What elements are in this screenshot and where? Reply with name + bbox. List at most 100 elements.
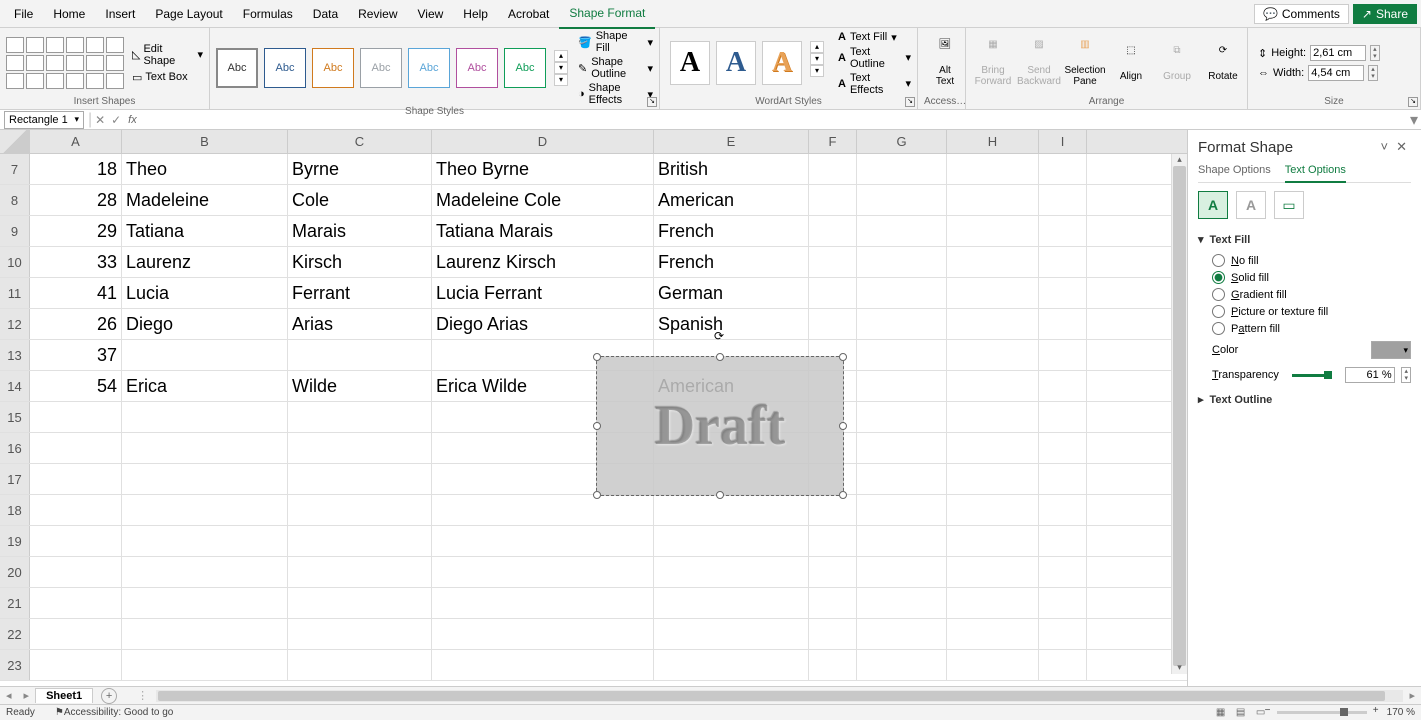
size-dialog-launcher[interactable]: ↘ [1408, 97, 1418, 107]
style-thumb-6[interactable]: Abc [456, 48, 498, 88]
text-outline-button[interactable]: AText Outline▾ [838, 46, 911, 70]
cell-F8[interactable] [809, 185, 857, 215]
cell-A16[interactable] [30, 433, 122, 463]
cell-B16[interactable] [122, 433, 288, 463]
row-header-16[interactable]: 16 [0, 433, 30, 463]
cell-G16[interactable] [857, 433, 947, 463]
cell-I17[interactable] [1039, 464, 1087, 494]
send-backward-button[interactable]: ▨Send Backward [1018, 37, 1060, 89]
text-box-button[interactable]: ▭Text Box [132, 71, 203, 84]
shape-effects-button[interactable]: ◑Shape Effects▾ [578, 82, 653, 106]
cell-F21[interactable] [809, 588, 857, 618]
cell-D9[interactable]: Tatiana Marais [432, 216, 654, 246]
wordart-gallery[interactable]: A A A ▴▾▾ [666, 41, 828, 85]
name-box[interactable]: Rectangle 1▾ [4, 111, 84, 129]
cell-A20[interactable] [30, 557, 122, 587]
tab-text-options[interactable]: Text Options [1285, 164, 1346, 183]
radio-no-fill[interactable]: No fill [1212, 252, 1411, 269]
wa-up[interactable]: ▴ [810, 41, 824, 53]
cell-F19[interactable] [809, 526, 857, 556]
panel-collapse-icon[interactable]: ˅ [1377, 139, 1393, 154]
cell-B22[interactable] [122, 619, 288, 649]
expand-formula-bar[interactable]: ▾ [1407, 110, 1421, 130]
alt-text-button[interactable]: 🖼 Alt Text [924, 37, 966, 89]
cell-F7[interactable] [809, 154, 857, 184]
cell-B8[interactable]: Madeleine [122, 185, 288, 215]
cell-I14[interactable] [1039, 371, 1087, 401]
text-effects-button[interactable]: AText Effects▾ [838, 72, 911, 96]
cell-H23[interactable] [947, 650, 1039, 680]
edit-shape-button[interactable]: ◺Edit Shape▾ [132, 43, 203, 67]
gallery-down[interactable]: ▾ [554, 62, 568, 74]
cell-F11[interactable] [809, 278, 857, 308]
row-header-18[interactable]: 18 [0, 495, 30, 525]
cell-D22[interactable] [432, 619, 654, 649]
cell-I7[interactable] [1039, 154, 1087, 184]
row-header-23[interactable]: 23 [0, 650, 30, 680]
cell-B11[interactable]: Lucia [122, 278, 288, 308]
cell-F20[interactable] [809, 557, 857, 587]
cell-F12[interactable] [809, 309, 857, 339]
wordart-thumb-2[interactable]: A [716, 41, 756, 85]
transparency-input[interactable] [1345, 367, 1395, 383]
wordart-dialog-launcher[interactable]: ↘ [905, 97, 915, 107]
cell-B12[interactable]: Diego [122, 309, 288, 339]
cell-F23[interactable] [809, 650, 857, 680]
cell-B7[interactable]: Theo [122, 154, 288, 184]
cell-I22[interactable] [1039, 619, 1087, 649]
col-header-G[interactable]: G [857, 130, 947, 153]
scroll-down-arrow[interactable]: ▾ [1172, 662, 1187, 674]
section-text-fill[interactable]: ▾Text Fill [1198, 227, 1411, 252]
selection-pane-button[interactable]: ▥Selection Pane [1064, 37, 1106, 89]
cell-I9[interactable] [1039, 216, 1087, 246]
radio-picture-fill[interactable]: Picture or texture fill [1212, 303, 1411, 320]
cell-E8[interactable]: American [654, 185, 809, 215]
sheet-nav-prev[interactable]: ◂ [0, 689, 18, 702]
cell-B23[interactable] [122, 650, 288, 680]
menu-shape-format[interactable]: Shape Format [559, 0, 655, 29]
shape-style-gallery[interactable]: Abc Abc Abc Abc Abc Abc Abc ▴▾▾ [216, 48, 568, 88]
resize-handle-s[interactable] [716, 491, 724, 499]
cell-H8[interactable] [947, 185, 1039, 215]
zoom-handle[interactable] [1340, 708, 1348, 716]
cell-I16[interactable] [1039, 433, 1087, 463]
cell-H18[interactable] [947, 495, 1039, 525]
col-header-H[interactable]: H [947, 130, 1039, 153]
row-header-14[interactable]: 14 [0, 371, 30, 401]
cell-C19[interactable] [288, 526, 432, 556]
row-header-12[interactable]: 12 [0, 309, 30, 339]
cell-F9[interactable] [809, 216, 857, 246]
comments-button[interactable]: 💬Comments [1254, 4, 1349, 24]
wordart-thumb-3[interactable]: A [762, 41, 802, 85]
cell-I8[interactable] [1039, 185, 1087, 215]
row-header-17[interactable]: 17 [0, 464, 30, 494]
cell-H11[interactable] [947, 278, 1039, 308]
tab-shape-options[interactable]: Shape Options [1198, 164, 1271, 176]
cell-C16[interactable] [288, 433, 432, 463]
cell-B19[interactable] [122, 526, 288, 556]
cell-D21[interactable] [432, 588, 654, 618]
cell-E22[interactable] [654, 619, 809, 649]
style-thumb-5[interactable]: Abc [408, 48, 450, 88]
cell-H9[interactable] [947, 216, 1039, 246]
cell-C12[interactable]: Arias [288, 309, 432, 339]
radio-gradient-fill[interactable]: Gradient fill [1212, 286, 1411, 303]
cell-H10[interactable] [947, 247, 1039, 277]
cell-G8[interactable] [857, 185, 947, 215]
height-up[interactable]: ▴ [1371, 46, 1379, 53]
cell-H21[interactable] [947, 588, 1039, 618]
row-header-10[interactable]: 10 [0, 247, 30, 277]
cell-C8[interactable]: Cole [288, 185, 432, 215]
cell-H16[interactable] [947, 433, 1039, 463]
cell-F18[interactable] [809, 495, 857, 525]
transparency-up[interactable]: ▴ [1402, 368, 1410, 375]
cell-H20[interactable] [947, 557, 1039, 587]
rotate-handle-icon[interactable]: ⟳ [714, 329, 726, 341]
cell-A13[interactable]: 37 [30, 340, 122, 370]
transparency-slider[interactable] [1292, 374, 1332, 377]
cell-I13[interactable] [1039, 340, 1087, 370]
gallery-more[interactable]: ▾ [554, 74, 568, 86]
menu-view[interactable]: View [408, 0, 454, 28]
cell-C17[interactable] [288, 464, 432, 494]
cell-B10[interactable]: Laurenz [122, 247, 288, 277]
